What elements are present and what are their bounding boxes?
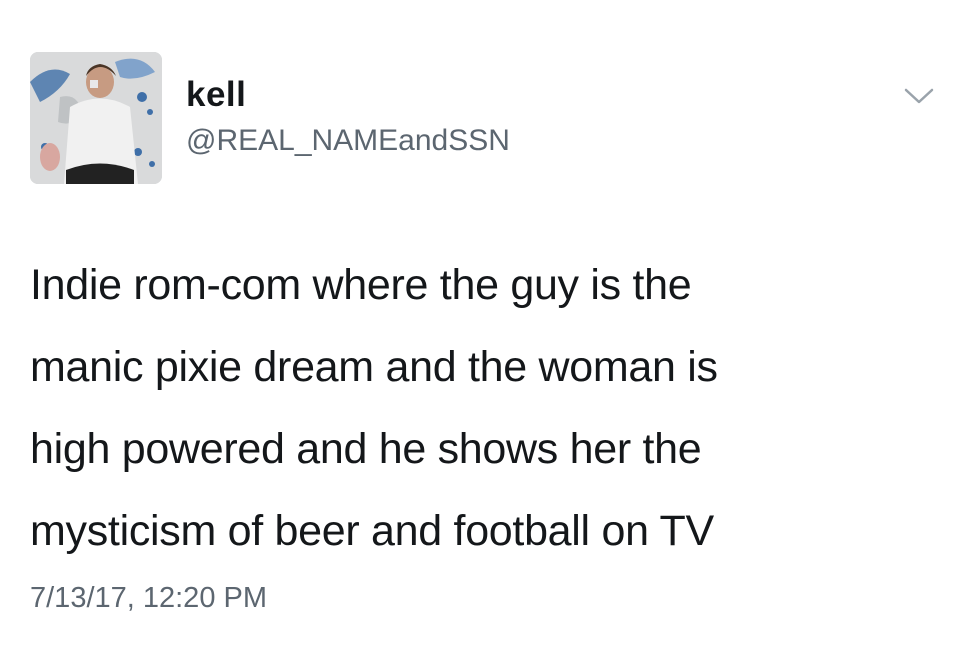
chevron-down-icon[interactable] (902, 84, 936, 108)
user-info: kell @REAL_NAMEandSSN (186, 74, 510, 160)
tweet-card: kell @REAL_NAMEandSSN Indie rom-com wher… (0, 0, 980, 659)
tweet-timestamp[interactable]: 7/13/17, 12:20 PM (30, 578, 267, 618)
tweet-text-line: mysticism of beer and football on TV (30, 507, 714, 555)
tweet-text-line: high powered and he shows her the (30, 425, 702, 473)
display-name[interactable]: kell (186, 74, 510, 116)
tweet-text-line: Indie rom-com where the guy is the (30, 261, 692, 309)
tweet-text: Indie rom-com where the guy is the manic… (30, 244, 930, 572)
avatar[interactable] (30, 52, 162, 184)
tweet-text-line: manic pixie dream and the woman is (30, 343, 718, 391)
avatar-photo (30, 52, 162, 184)
user-handle[interactable]: @REAL_NAMEandSSN (186, 122, 510, 160)
